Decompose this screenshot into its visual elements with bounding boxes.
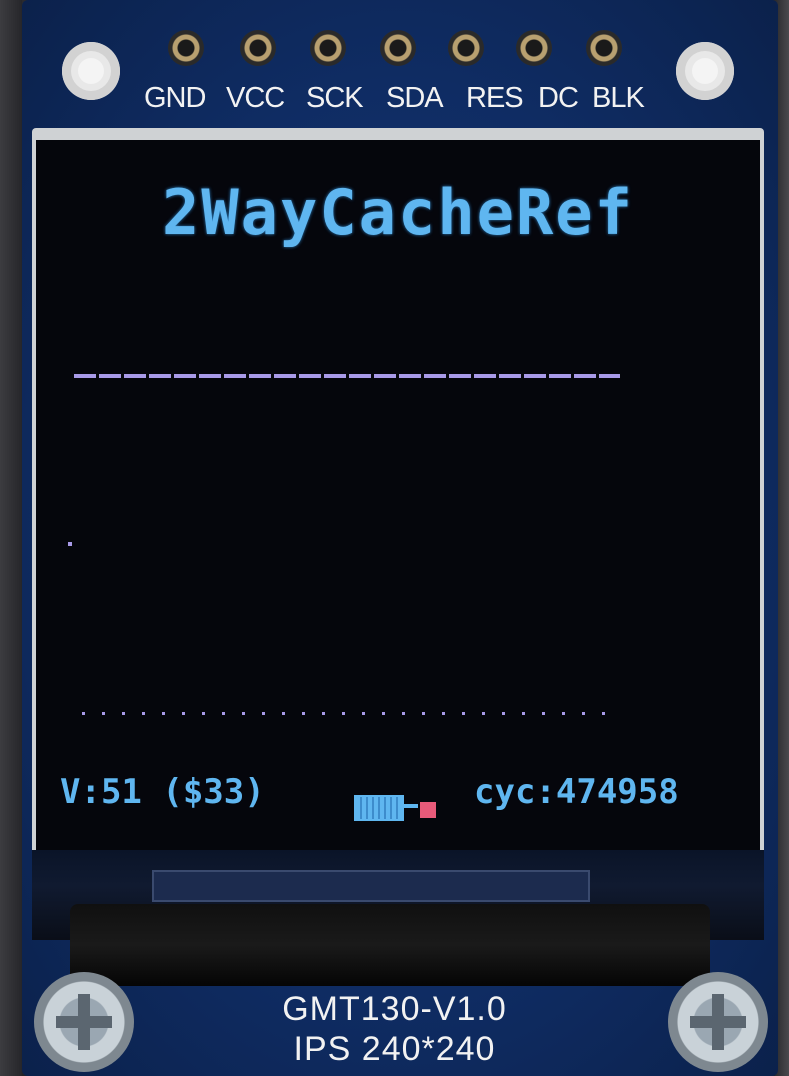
pin-label-dc: DC [538,82,579,114]
header-pin [516,30,552,66]
lcd-screen: 2WayCacheRef V:51 ($33) cyc:474958 [36,140,760,852]
battery-tip-icon [404,804,418,808]
pixel-dot [68,542,72,546]
pin-label-res: RES [466,82,524,114]
status-cycles: cyc:474958 [474,772,679,812]
model-label: GMT130-V1.0 [282,990,507,1028]
screen-title: 2WayCacheRef [162,176,634,249]
header-pin [168,30,204,66]
frame-edge-left [0,0,22,1076]
header-pin [380,30,416,66]
connector-slot [152,870,590,902]
panel-label: IPS 240*240 [293,1030,496,1068]
status-voltage: V:51 ($33) [60,772,265,812]
pin-label-blk: BLK [592,82,645,114]
header-pin [310,30,346,66]
header-pin [240,30,276,66]
mount-hole-left [62,42,120,100]
device-photo: GND VCC SCK SDA RES DC BLK 2WayCacheRef … [0,0,789,1076]
pin-label-sck: SCK [306,82,364,114]
pin-label-gnd: GND [144,82,206,114]
ribbon-cable [70,904,710,986]
header-pin [586,30,622,66]
header-pin [448,30,484,66]
battery-alert-icon [420,802,436,818]
battery-icon [354,795,404,821]
dashed-line [74,374,620,378]
mount-hole-right [676,42,734,100]
pin-label-sda: SDA [386,82,444,114]
pin-label-vcc: VCC [226,82,285,114]
dotted-line [82,712,612,715]
